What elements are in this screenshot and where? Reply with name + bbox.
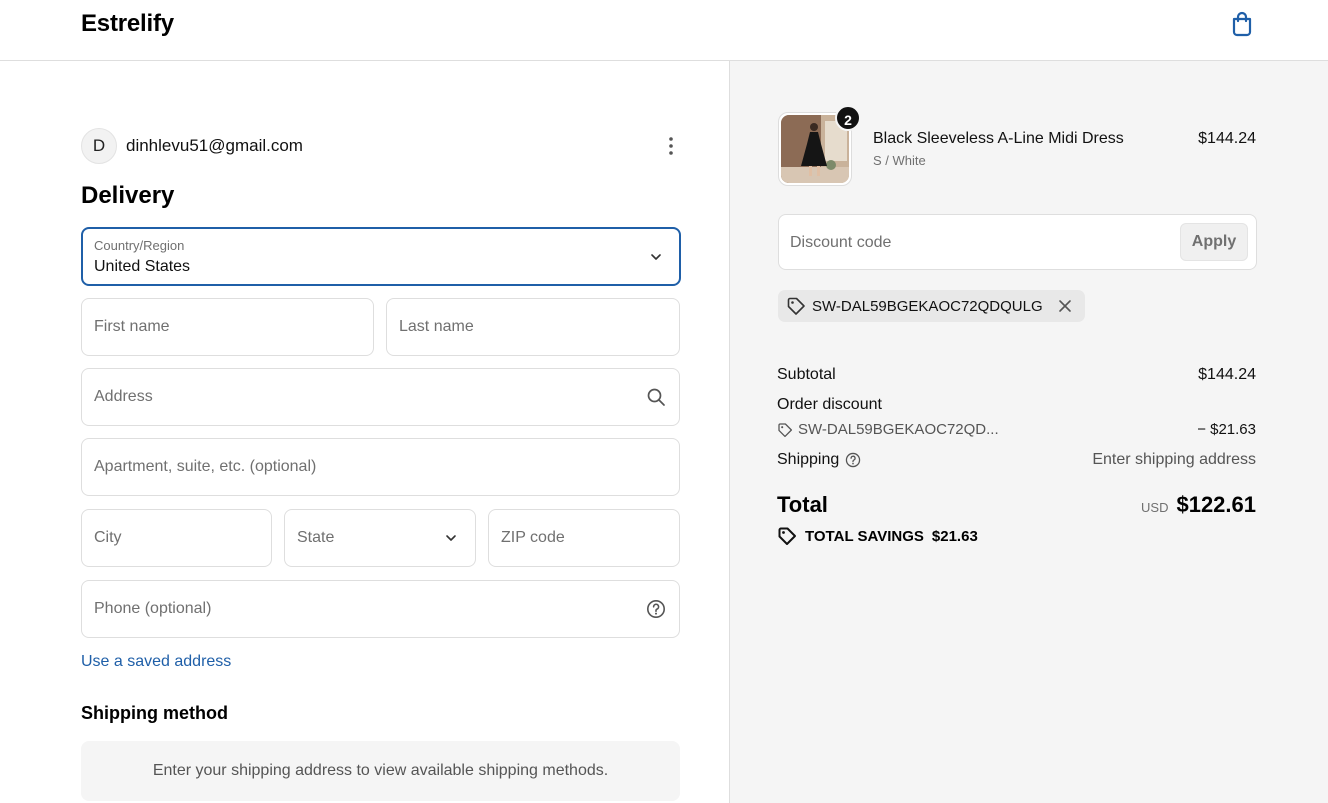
shipping-label: Shipping: [777, 451, 840, 468]
product-variant: S / White: [873, 153, 926, 168]
product-price: $144.24: [1198, 130, 1256, 147]
chevron-down-icon: [651, 253, 661, 260]
search-icon: [647, 388, 665, 406]
total-savings: TOTAL SAVINGS $21.63: [777, 526, 978, 546]
help-circle-icon[interactable]: [646, 599, 666, 619]
tag-icon: [787, 297, 805, 315]
order-discount-value: − $21.63: [1197, 421, 1256, 438]
total-value: $122.61: [1176, 492, 1256, 517]
avatar: D: [81, 128, 117, 164]
delivery-heading: Delivery: [81, 182, 175, 209]
shipping-value: Enter shipping address: [1092, 451, 1256, 468]
subtotal-value: $144.24: [1198, 366, 1256, 383]
state-placeholder: State: [297, 529, 335, 546]
phone-field[interactable]: Phone (optional): [81, 580, 680, 638]
header: Estrelify: [0, 0, 1328, 61]
order-discount-code: SW-DAL59BGEKAOC72QD...: [777, 421, 999, 438]
address-placeholder: Address: [94, 388, 153, 405]
apartment-field[interactable]: Apartment, suite, etc. (optional): [81, 438, 680, 496]
chevron-down-icon: [446, 535, 456, 541]
address-field[interactable]: Address: [81, 368, 680, 426]
order-discount-label: Order discount: [777, 396, 882, 413]
shopping-bag-icon: [1232, 11, 1252, 37]
account-menu-button[interactable]: [661, 134, 681, 158]
state-select[interactable]: State: [284, 509, 476, 567]
shipping-method-heading: Shipping method: [81, 703, 228, 723]
shipping-method-notice: Enter your shipping address to view avai…: [81, 741, 680, 801]
applied-discount-chip: SW-DAL59BGEKAOC72QDQULG: [778, 290, 1085, 322]
zip-placeholder: ZIP code: [501, 529, 565, 546]
total-amount: USD $122.61: [1141, 492, 1256, 518]
subtotal-label: Subtotal: [777, 366, 836, 383]
country-select[interactable]: Country/Region United States: [81, 227, 681, 286]
first-name-placeholder: First name: [94, 318, 170, 335]
account-row: D dinhlevu51@gmail.com: [81, 128, 681, 164]
total-savings-label: TOTAL SAVINGS: [805, 527, 924, 545]
quantity-badge: 2: [835, 105, 861, 131]
order-discount-code-text: SW-DAL59BGEKAOC72QD...: [798, 421, 999, 438]
help-circle-icon[interactable]: [845, 452, 861, 468]
account-email: dinhlevu51@gmail.com: [126, 136, 303, 155]
discount-code-field[interactable]: Discount code Apply: [778, 214, 1257, 270]
discount-code-placeholder: Discount code: [790, 234, 892, 251]
city-field[interactable]: City: [81, 509, 272, 567]
applied-discount-code: SW-DAL59BGEKAOC72QDQULG: [812, 297, 1043, 315]
cart-button[interactable]: [1228, 10, 1256, 38]
last-name-placeholder: Last name: [399, 318, 474, 335]
apartment-placeholder: Apartment, suite, etc. (optional): [94, 458, 317, 475]
first-name-field[interactable]: First name: [81, 298, 374, 356]
store-logo[interactable]: Estrelify: [81, 10, 174, 38]
close-icon[interactable]: [1057, 298, 1073, 314]
apply-discount-button[interactable]: Apply: [1180, 223, 1248, 261]
total-savings-value: $21.63: [931, 527, 978, 545]
product-thumbnail: 2: [778, 105, 861, 186]
tag-icon: [778, 422, 793, 437]
country-label: Country/Region: [94, 238, 185, 253]
more-vertical-icon: [669, 137, 673, 155]
country-value: United States: [94, 258, 191, 275]
zip-field[interactable]: ZIP code: [488, 509, 680, 567]
shipping-row-label: Shipping: [777, 451, 861, 469]
last-name-field[interactable]: Last name: [386, 298, 680, 356]
use-saved-address-link[interactable]: Use a saved address: [81, 653, 231, 671]
phone-placeholder: Phone (optional): [94, 600, 212, 617]
city-placeholder: City: [94, 529, 122, 546]
total-label: Total: [777, 492, 828, 517]
currency-code: USD: [1141, 500, 1169, 515]
product-name: Black Sleeveless A-Line Midi Dress: [873, 130, 1124, 147]
tag-icon: [778, 527, 796, 545]
